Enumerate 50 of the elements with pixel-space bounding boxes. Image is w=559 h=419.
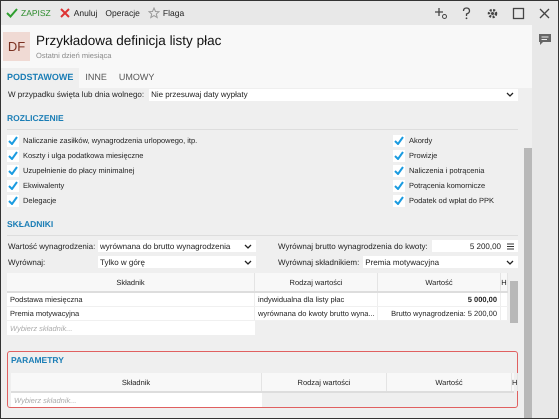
section-title: ROZLICZENIE: [7, 113, 65, 125]
checkbox[interactable]: [7, 194, 19, 206]
add-icon[interactable]: [434, 6, 446, 20]
chevron-down-icon: [244, 260, 252, 264]
chevron-down-icon: [244, 244, 252, 248]
checkbox[interactable]: [392, 194, 405, 206]
amount-field[interactable]: 5 200,00: [432, 240, 518, 252]
checkbox[interactable]: [392, 134, 405, 146]
checkbox[interactable]: [7, 164, 19, 176]
close-icon[interactable]: [538, 6, 550, 20]
section-title: PARAMETRY: [11, 355, 65, 367]
checkbox[interactable]: [7, 150, 19, 162]
chevron-down-icon: [506, 260, 514, 264]
field-label: Wyrównaj:: [8, 258, 46, 266]
toolbar-flag-button[interactable]: Flaga: [146, 5, 186, 21]
check-icon: [394, 166, 404, 175]
checkbox[interactable]: [392, 164, 405, 176]
tab[interactable]: UMOWY: [112, 68, 160, 88]
star-icon: [148, 7, 160, 19]
toolbar-save-button[interactable]: ZAPISZ: [5, 5, 52, 21]
check-icon: [394, 151, 404, 160]
menu-icon: [507, 242, 514, 250]
tab[interactable]: PODSTAWOWE: [1, 68, 80, 88]
settings-icon[interactable]: [486, 6, 498, 20]
maximize-icon[interactable]: [512, 6, 524, 20]
check-icon: [394, 196, 404, 205]
dropdown-field[interactable]: wyrównana do brutto wynagrodzenia: [98, 240, 256, 252]
field-label: Wartość wynagrodzenia:: [8, 242, 96, 250]
check-icon: [6, 7, 18, 19]
chevron-down-icon: [506, 92, 514, 97]
avatar-badge: DF: [3, 32, 30, 61]
page-title: Przykładowa definicja listy płac: [36, 33, 222, 48]
checkbox[interactable]: [392, 150, 405, 162]
dropdown-field[interactable]: Premia motywacyjna: [363, 256, 518, 268]
check-icon: [394, 136, 404, 145]
checkbox[interactable]: [7, 134, 19, 146]
toolbar-cancel-button[interactable]: Anuluj: [58, 5, 98, 21]
field-label: W przypadku święta lub dnia wolnego:: [8, 90, 144, 99]
tab[interactable]: INNE: [79, 68, 113, 88]
dropdown-field[interactable]: Nie przesuwaj daty wypłaty: [149, 88, 518, 100]
dropdown-field[interactable]: Tylko w górę: [98, 256, 256, 268]
field-label: Wyrównaj brutto wynagrodzenia do kwoty:: [277, 242, 429, 250]
section-title: SKŁADNIKI: [7, 219, 54, 231]
checkbox[interactable]: [392, 180, 405, 192]
close-icon: [58, 7, 71, 19]
check-icon: [394, 181, 404, 190]
toolbar-menu-button[interactable]: Operacje: [104, 6, 141, 20]
comment-icon[interactable]: [539, 34, 551, 45]
field-label: Wyrównaj składnikiem:: [277, 258, 360, 266]
checkbox[interactable]: [7, 180, 19, 192]
